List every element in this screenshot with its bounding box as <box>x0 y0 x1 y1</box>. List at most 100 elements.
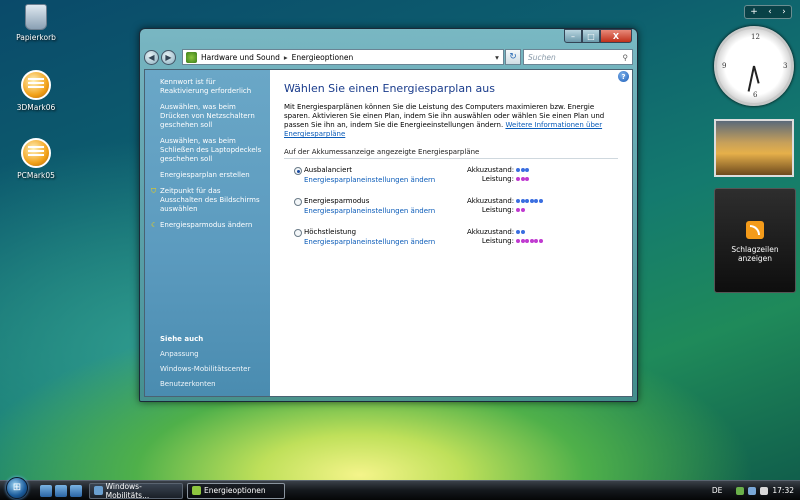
navigation-bar: ◀ ▶ Hardware und Sound ▸ Energieoptionen… <box>144 47 633 67</box>
plan-settings-link[interactable]: Energiesparplaneinstellungen ändern <box>304 238 435 246</box>
windows-logo-icon: ⊞ <box>12 482 22 493</box>
see-also-heading: Siehe auch <box>160 335 204 343</box>
volume-icon[interactable] <box>760 486 769 495</box>
rss-icon <box>746 221 764 239</box>
battery-dot <box>525 168 529 172</box>
performance-dot <box>529 239 534 243</box>
arrow-left-icon: ◀ <box>148 52 155 62</box>
task-link-password[interactable]: Kennwort ist für Reaktivierung erforderl… <box>160 78 264 96</box>
chevron-down-icon[interactable]: ▾ <box>491 53 503 62</box>
plan-row-high-performance: Höchstleistung Energiesparplaneinstellun… <box>284 228 618 259</box>
breadcrumb-item[interactable]: Hardware und Sound <box>201 53 280 62</box>
task-link-power-buttons[interactable]: Auswählen, was beim Drücken von Netzscha… <box>160 103 264 130</box>
performance-dot <box>538 239 543 243</box>
network-icon[interactable] <box>748 486 757 495</box>
sidebar-controls: + ‹ › <box>744 5 792 19</box>
battery-dot <box>520 168 525 172</box>
minimize-button[interactable]: – <box>564 29 582 43</box>
refresh-icon: ↻ <box>509 52 517 62</box>
plan-radio-power-saver[interactable] <box>294 198 302 206</box>
breadcrumb-item[interactable]: Energieoptionen <box>292 53 354 62</box>
recycle-bin-icon <box>25 4 47 30</box>
refresh-button[interactable]: ↻ <box>505 49 521 65</box>
performance-rating: Leistung: <box>467 175 557 183</box>
language-indicator[interactable]: DE <box>712 486 723 495</box>
internet-explorer-icon[interactable] <box>70 484 82 497</box>
battery-label: Akkuzustand: <box>467 166 515 174</box>
plan-radio-balanced[interactable] <box>294 167 302 175</box>
help-icon[interactable]: ? <box>618 71 629 82</box>
plan-name[interactable]: Ausbalanciert <box>304 166 352 174</box>
battery-dot <box>525 199 529 203</box>
desktop-icon-label: 3DMark06 <box>16 103 56 112</box>
plan-radio-high-performance[interactable] <box>294 229 302 237</box>
power-options-window: – □ X ◀ ▶ Hardware und Sound ▸ Energieop… <box>139 28 638 402</box>
see-also-section: Siehe auch Anpassung Windows-Mobilitätsc… <box>160 335 250 395</box>
close-button[interactable]: X <box>600 29 632 43</box>
battery-dot <box>516 230 520 234</box>
battery-rating: Akkuzustand: <box>467 166 557 174</box>
battery-label: Akkuzustand: <box>467 228 515 236</box>
task-link-create-plan[interactable]: Energiesparplan erstellen <box>160 171 264 180</box>
task-link-sleep[interactable]: Energiesparmodus ändern <box>151 221 264 230</box>
taskbar-button-mobility-center[interactable]: Windows-Mobilitäts... <box>89 481 183 500</box>
clock-number: 12 <box>751 33 760 41</box>
see-also-link-user-accounts[interactable]: Benutzerkonten <box>160 380 250 388</box>
performance-dot <box>520 177 525 181</box>
performance-dot <box>525 177 529 181</box>
performance-dot <box>525 239 529 243</box>
switch-windows-icon[interactable] <box>55 484 67 497</box>
see-also-link-mobility-center[interactable]: Windows-Mobilitätscenter <box>160 365 250 373</box>
task-link-lid-close[interactable]: Auswählen, was beim Schließen des Laptop… <box>160 137 264 164</box>
performance-dot <box>516 208 520 212</box>
battery-dot <box>520 230 525 234</box>
start-button[interactable]: ⊞ <box>6 476 28 499</box>
battery-rating: Akkuzustand: <box>467 228 557 236</box>
back-button[interactable]: ◀ <box>144 49 159 65</box>
futuremark-icon <box>21 70 51 100</box>
see-also-link-personalization[interactable]: Anpassung <box>160 350 250 358</box>
battery-dot <box>516 168 520 172</box>
show-desktop-icon[interactable] <box>40 484 52 497</box>
plan-settings-link[interactable]: Energiesparplaneinstellungen ändern <box>304 207 435 215</box>
intro-text: Mit Energiesparplänen können Sie die Lei… <box>284 103 618 139</box>
arrow-right-icon: ▶ <box>165 52 172 62</box>
control-panel-icon <box>186 51 197 63</box>
add-gadget-button[interactable]: + <box>750 7 758 17</box>
search-icon[interactable]: ⚲ <box>623 53 629 62</box>
performance-rating: Leistung: <box>467 237 557 245</box>
maximize-button[interactable]: □ <box>582 29 600 43</box>
address-bar[interactable]: Hardware und Sound ▸ Energieoptionen ▾ <box>182 49 504 65</box>
taskbar-button-label: Windows-Mobilitäts... <box>105 481 150 500</box>
feed-headlines-gadget[interactable]: Schlagzeilen anzeigen <box>714 188 796 293</box>
forward-button[interactable]: ▶ <box>161 49 176 65</box>
clock-gadget[interactable]: 12 3 6 9 <box>714 26 794 106</box>
desktop-icon-recycle-bin[interactable]: Papierkorb <box>6 4 66 42</box>
performance-dots <box>516 175 530 183</box>
search-input[interactable]: Suchen ⚲ <box>523 49 633 65</box>
next-gadgets-button[interactable]: › <box>782 7 786 17</box>
plans-group-heading: Auf der Akkumessanzeige angezeigte Energ… <box>284 148 618 159</box>
page-title: Wählen Sie einen Energiesparplan aus <box>284 82 496 95</box>
performance-dot <box>520 239 525 243</box>
battery-dot <box>516 199 520 203</box>
plan-settings-link[interactable]: Energiesparplaneinstellungen ändern <box>304 176 435 184</box>
desktop-icon-label: PCMark05 <box>17 171 55 180</box>
previous-gadgets-button[interactable]: ‹ <box>768 7 772 17</box>
desktop-icon-pcmark05[interactable]: PCMark05 <box>6 138 66 180</box>
clock-time[interactable]: 17:32 <box>772 486 794 495</box>
desktop-icon-label: Papierkorb <box>16 33 56 42</box>
power-options-icon <box>192 486 201 495</box>
slideshow-gadget[interactable] <box>714 119 794 177</box>
taskbar-button-power-options[interactable]: Energieoptionen <box>187 482 285 499</box>
battery-dot <box>538 199 543 203</box>
desktop-icon-3dmark06[interactable]: 3DMark06 <box>6 70 66 112</box>
power-icon[interactable] <box>736 486 745 495</box>
plan-name[interactable]: Höchstleistung <box>304 228 356 236</box>
mobility-center-icon <box>94 486 103 495</box>
quick-launch <box>40 484 85 497</box>
task-link-display-off[interactable]: Zeitpunkt für das Ausschalten des Bildsc… <box>151 187 264 214</box>
battery-label: Akkuzustand: <box>467 197 515 205</box>
plan-name[interactable]: Energiesparmodus <box>304 197 369 205</box>
performance-dot <box>520 208 525 212</box>
